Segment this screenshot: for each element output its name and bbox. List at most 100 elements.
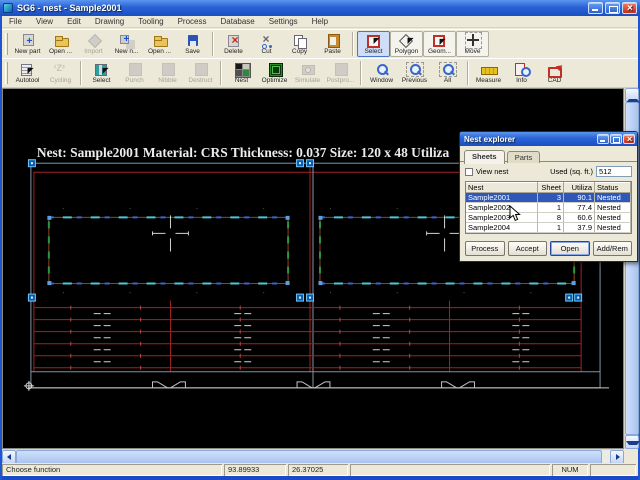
button-label: Geom...	[427, 48, 452, 55]
autotool-button[interactable]: Autotool	[11, 60, 44, 86]
import-icon	[85, 33, 103, 48]
menu-file[interactable]: File	[2, 17, 29, 26]
column-header-sheet[interactable]: Sheet	[538, 182, 564, 193]
new-part-button[interactable]: New part	[11, 31, 44, 57]
cell-utiliza: 77.4	[564, 203, 595, 213]
scroll-right-icon[interactable]	[610, 450, 624, 464]
button-label: CAD	[547, 77, 562, 84]
button-label: Optimize	[261, 77, 288, 84]
column-header-status[interactable]: Status	[595, 182, 631, 193]
nest-info-text: Nest: Sample2001 Material: CRS Thickness…	[37, 145, 450, 160]
toolbar-grip[interactable]	[5, 33, 8, 55]
delete-button[interactable]: Delete	[217, 31, 250, 57]
dialog-close-icon[interactable]	[623, 134, 635, 145]
menu-database[interactable]: Database	[214, 17, 262, 26]
optimize-button[interactable]: Optimize	[258, 60, 291, 86]
dialog-maximize-icon[interactable]	[610, 134, 622, 144]
tool-select-button[interactable]: Select	[85, 60, 118, 86]
toolbar-separator	[360, 61, 362, 85]
nested-strips[interactable]	[33, 307, 582, 369]
optimize-icon	[266, 62, 284, 77]
cycling-button[interactable]: Cycling	[44, 60, 77, 86]
zoom-all-button[interactable]: All	[431, 60, 464, 86]
cell-status: Nested	[595, 203, 631, 213]
cut-scissors-icon	[258, 33, 276, 49]
cut-button[interactable]: Cut	[250, 31, 283, 57]
cell-sheet: 1	[538, 203, 564, 213]
postprocess-button[interactable]: Postpro...	[324, 60, 357, 86]
move-button[interactable]: Move	[456, 31, 489, 57]
app-icon	[3, 3, 13, 13]
menu-process[interactable]: Process	[171, 17, 214, 26]
minimize-icon[interactable]	[588, 2, 603, 14]
view-nest-checkbox[interactable]	[465, 167, 473, 176]
geometry-select-button[interactable]: Geom...	[423, 31, 456, 57]
scroll-up-icon[interactable]	[625, 88, 640, 103]
dialog-minimize-icon[interactable]	[597, 134, 609, 144]
column-header-nest[interactable]: Nest	[466, 182, 538, 193]
button-label: Open ...	[48, 48, 73, 55]
info-button[interactable]: Info	[505, 60, 538, 86]
import-button[interactable]: Import	[77, 31, 110, 57]
close-icon[interactable]	[622, 2, 637, 14]
menu-bar: File View Edit Drawing Tooling Process D…	[2, 16, 638, 28]
menu-drawing[interactable]: Drawing	[88, 17, 131, 26]
table-row-sample2001[interactable]: Sample2001 3 90.1 Nested	[466, 193, 631, 203]
cad-button[interactable]: CAD	[538, 60, 571, 86]
menu-tooling[interactable]: Tooling	[131, 17, 170, 26]
process-button[interactable]: Process	[465, 241, 505, 256]
addrem-button[interactable]: Add/Rem	[592, 241, 632, 256]
table-row-sample2002[interactable]: Sample2002 1 77.4 Nested	[466, 203, 631, 213]
scroll-down-icon[interactable]	[625, 435, 640, 449]
zoom-window-button[interactable]: Window	[365, 60, 398, 86]
toolbar-separator	[212, 32, 214, 56]
scroll-left-icon[interactable]	[2, 450, 16, 464]
punch-button[interactable]: Punch	[118, 60, 151, 86]
toolbar-separator	[220, 61, 222, 85]
restore-icon[interactable]	[605, 2, 620, 14]
destruct-button[interactable]: Destruct	[184, 60, 217, 86]
accept-button[interactable]: Accept	[507, 241, 547, 256]
title-bar: SG6 - nest - Sample2001	[0, 0, 640, 16]
paste-button[interactable]: Paste	[316, 31, 349, 57]
save-button[interactable]: Save	[176, 31, 209, 57]
nest-button[interactable]: Nest	[225, 60, 258, 86]
open-part-button[interactable]: Open ...	[44, 31, 77, 57]
open-button[interactable]: Open	[550, 241, 590, 256]
open-nest-button[interactable]: Open ...	[143, 31, 176, 57]
simulate-button[interactable]: Simulate	[291, 60, 324, 86]
table-row-sample2004[interactable]: Sample2004 1 37.9 Nested	[466, 223, 631, 233]
measure-button[interactable]: Measure	[472, 60, 505, 86]
toolbar-nesting: Autotool Cycling Select Punch Nibble Des…	[2, 58, 638, 88]
cursor-x-coordinate: 93.89933	[224, 464, 286, 476]
tab-sheets[interactable]: Sheets	[464, 150, 505, 164]
menu-settings[interactable]: Settings	[262, 17, 305, 26]
menu-help[interactable]: Help	[305, 17, 335, 26]
used-area-input[interactable]	[596, 166, 632, 177]
cell-status: Nested	[595, 223, 631, 233]
button-label: All	[443, 77, 452, 84]
tab-parts[interactable]: Parts	[506, 151, 541, 163]
open-folder-icon	[52, 33, 70, 48]
dialog-title-bar[interactable]: Nest explorer	[460, 132, 637, 146]
horizontal-scrollbar[interactable]	[2, 449, 624, 464]
nested-part-1[interactable]	[47, 215, 290, 286]
nibble-button[interactable]: Nibble	[151, 60, 184, 86]
cycling-icon	[52, 62, 70, 77]
new-nest-button[interactable]: New n...	[110, 31, 143, 57]
horizontal-scrollbar-thumb[interactable]	[16, 450, 602, 464]
button-label: Autotool	[15, 77, 40, 84]
select-mode-button[interactable]: Select	[357, 31, 390, 57]
column-header-utiliza[interactable]: Utiliza	[564, 182, 595, 193]
button-label: Polygon	[394, 48, 419, 55]
button-label: Nibble	[158, 77, 177, 84]
menu-view[interactable]: View	[29, 17, 60, 26]
menu-edit[interactable]: Edit	[60, 17, 88, 26]
table-row-sample2003[interactable]: Sample2003 8 60.6 Nested	[466, 213, 631, 223]
button-label: Simulate	[294, 77, 321, 84]
copy-button[interactable]: Copy	[283, 31, 316, 57]
toolbar-grip[interactable]	[5, 62, 8, 84]
zoom-previous-button[interactable]: Previous	[398, 60, 431, 86]
polygon-select-button[interactable]: Polygon	[390, 31, 423, 57]
cell-sheet: 3	[538, 193, 564, 203]
